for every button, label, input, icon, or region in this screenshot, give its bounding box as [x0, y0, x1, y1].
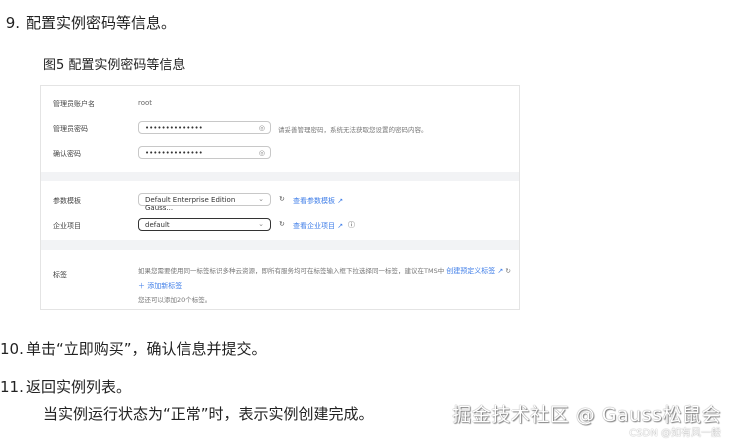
watermark-sub: CSDN @如有风一般: [629, 428, 721, 439]
tag-label: 标签: [53, 271, 67, 279]
eye-icon[interactable]: ◎: [259, 124, 265, 132]
plus-icon: ＋: [138, 282, 148, 290]
refresh-icon[interactable]: ↻: [279, 220, 285, 228]
admin-user-value: root: [138, 99, 153, 107]
figure-caption: 图5 配置实例密码等信息: [43, 58, 186, 73]
enterprise-select[interactable]: default ⌄: [138, 218, 271, 231]
password-section: 管理员账户名 root 管理员密码 •••••••••••••• ◎ 请妥善管理密…: [41, 86, 519, 172]
add-tag-button[interactable]: ＋ 添加新标签: [138, 281, 182, 291]
chevron-down-icon: ⌄: [258, 220, 264, 228]
external-link-icon: ↗: [337, 222, 344, 230]
view-param-text: 查看参数模板: [293, 197, 335, 205]
param-label: 参数模板: [53, 197, 81, 205]
view-enterprise-link[interactable]: 查看企业项目 ↗: [293, 221, 343, 231]
view-param-link[interactable]: 查看参数模板 ↗: [293, 196, 343, 206]
refresh-icon[interactable]: ↻: [505, 267, 510, 275]
param-select[interactable]: Default Enterprise Edition Gauss... ⌄: [138, 193, 271, 212]
tag-section: 标签 如果您需要使用同一标签标识多种云资源，即所有服务均可在标签输入框下拉选择同…: [41, 250, 519, 309]
external-link-icon: ↗: [337, 197, 344, 205]
enterprise-label: 企业项目: [53, 222, 81, 230]
tag-limit: 您还可以添加20个标签。: [138, 296, 212, 304]
refresh-icon[interactable]: ↻: [279, 195, 285, 203]
step-text: 返回实例列表。: [26, 378, 132, 396]
tag-desc: 如果您需要使用同一标签标识多种云资源，即所有服务均可在标签输入框下拉选择同一标签…: [138, 265, 511, 276]
step-9: 9. 配置实例密码等信息。: [0, 12, 176, 33]
create-tag-link[interactable]: 创建预定义标签: [446, 267, 495, 275]
external-link-icon: ↗: [497, 267, 504, 275]
tag-desc-text: 如果您需要使用同一标签标识多种云资源，即所有服务均可在标签输入框下拉选择同一标签…: [138, 267, 445, 275]
eye-icon[interactable]: ◎: [259, 149, 265, 157]
admin-pwd-label: 管理员密码: [53, 125, 88, 133]
param-value: Default Enterprise Edition Gauss...: [145, 196, 236, 212]
step-11: 11. 返回实例列表。: [0, 376, 131, 397]
admin-pwd-value: ••••••••••••••: [145, 124, 203, 132]
step-text: 配置实例密码等信息。: [26, 14, 177, 32]
enterprise-value: default: [145, 221, 170, 229]
step-10: 10. 单击“立即购买”，确认信息并提交。: [0, 338, 267, 359]
help-icon[interactable]: ⓘ: [348, 220, 355, 230]
step-text: 单击“立即购买”，确认信息并提交。: [26, 340, 267, 358]
admin-pwd-input[interactable]: •••••••••••••• ◎: [138, 121, 271, 134]
config-section: 参数模板 Default Enterprise Edition Gauss...…: [41, 181, 519, 240]
admin-pwd-hint: 请妥善管理密码，系统无法获取您设置的密码内容。: [278, 126, 428, 134]
watermark: 掘金技术社区 @ Gauss松鼠会: [452, 404, 721, 426]
chevron-down-icon: ⌄: [258, 195, 264, 203]
embedded-screenshot: 管理员账户名 root 管理员密码 •••••••••••••• ◎ 请妥善管理密…: [40, 85, 520, 310]
add-tag-text: 添加新标签: [147, 282, 183, 290]
view-enterprise-text: 查看企业项目: [293, 222, 335, 230]
step-number: 10.: [0, 340, 24, 358]
confirm-pwd-label: 确认密码: [53, 150, 81, 158]
step-number: 11.: [0, 378, 24, 396]
confirm-pwd-input[interactable]: •••••••••••••• ◎: [138, 146, 271, 159]
step-number: 9.: [5, 14, 20, 32]
step-11-detail: 当实例运行状态为“正常”时，表示实例创建完成。: [43, 405, 374, 423]
confirm-pwd-value: ••••••••••••••: [145, 149, 203, 157]
admin-user-label: 管理员账户名: [53, 100, 95, 108]
